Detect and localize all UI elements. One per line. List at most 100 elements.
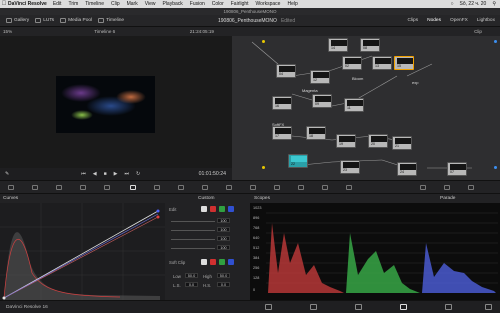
blur-icon[interactable]: [274, 185, 280, 190]
node[interactable]: 21: [392, 136, 412, 150]
node[interactable]: 04: [276, 64, 296, 78]
menu-clip[interactable]: Clip: [111, 1, 120, 7]
sizing-icon[interactable]: [322, 185, 328, 190]
intensity-b[interactable]: 100: [217, 245, 230, 250]
curves-icon[interactable]: [130, 185, 136, 190]
node[interactable]: 17: [272, 126, 292, 140]
info-icon[interactable]: [420, 185, 426, 190]
menu-workspace[interactable]: Workspace: [256, 1, 281, 7]
menu-trim[interactable]: Trim: [68, 1, 78, 7]
menu-color[interactable]: Color: [212, 1, 224, 7]
menu-view[interactable]: View: [145, 1, 156, 7]
fairlight-page-icon[interactable]: [445, 304, 452, 310]
gallery-button[interactable]: Gallery: [6, 18, 29, 23]
openfx-button[interactable]: OpenFX: [450, 18, 468, 23]
node-output-dot[interactable]: [494, 166, 497, 169]
intensity-slider-r[interactable]: [171, 230, 215, 231]
curve-link-white[interactable]: [201, 206, 207, 212]
node[interactable]: 07: [447, 162, 467, 176]
skip-end-icon[interactable]: ⏭: [124, 171, 129, 177]
search-icon[interactable]: ⚲: [492, 1, 496, 7]
nodes-button[interactable]: Nodes: [427, 18, 441, 23]
node-selected[interactable]: 15: [394, 56, 414, 70]
play-icon[interactable]: ▶: [114, 171, 118, 177]
window-icon[interactable]: [202, 185, 208, 190]
scope-mode-select[interactable]: Parade: [440, 196, 455, 201]
high-field[interactable]: 50.0: [217, 273, 230, 278]
node-input-dot[interactable]: [262, 40, 265, 43]
color-match-icon[interactable]: [32, 185, 38, 190]
menu-app-name[interactable]: DaVinci Resolve: [8, 1, 47, 7]
ls-field[interactable]: 0.0: [185, 282, 198, 287]
magic-mask-icon[interactable]: [250, 185, 256, 190]
reverse-icon[interactable]: ◀: [93, 171, 97, 177]
menu-help[interactable]: Help: [287, 1, 297, 7]
curves-graph[interactable]: [0, 203, 165, 300]
node[interactable]: 22: [288, 154, 308, 168]
curves-mode-select[interactable]: Custom: [198, 196, 215, 201]
fusion-page-icon[interactable]: [355, 304, 362, 310]
menu-timeline[interactable]: Timeline: [85, 1, 104, 7]
timeline-name-select[interactable]: Timeline 6: [94, 29, 115, 34]
softclip-red[interactable]: [210, 259, 216, 265]
menu-clock[interactable]: Sô, 22 ч. 20: [460, 1, 487, 7]
menu-fusion[interactable]: Fusion: [190, 1, 205, 7]
curve-blue-button[interactable]: [228, 206, 234, 212]
apple-logo-icon[interactable]: : [0, 1, 8, 7]
skip-start-icon[interactable]: ⏮: [81, 171, 86, 177]
low-field[interactable]: 50.0: [185, 273, 198, 278]
node[interactable]: 02: [342, 56, 362, 70]
key-icon[interactable]: [298, 185, 304, 190]
pen-icon[interactable]: ✎: [5, 171, 9, 177]
media-pool-button[interactable]: Media Pool: [60, 18, 92, 23]
stop-icon[interactable]: ■: [104, 171, 107, 177]
wifi-icon[interactable]: ○: [451, 1, 454, 7]
menu-mark[interactable]: Mark: [127, 1, 138, 7]
node[interactable]: 12: [310, 70, 330, 84]
node-editor[interactable]: 14 08 04 12 02 13 15 16 09 11 17 18 19 2…: [232, 36, 500, 180]
node[interactable]: 24: [397, 162, 417, 176]
rgb-mixer-icon[interactable]: [80, 185, 86, 190]
intensity-slider-y[interactable]: [171, 221, 215, 222]
clips-button[interactable]: Clips: [407, 18, 418, 23]
3d-icon[interactable]: [346, 185, 352, 190]
node-mode-select[interactable]: Clip: [474, 29, 482, 34]
node[interactable]: 20: [368, 134, 388, 148]
luts-button[interactable]: LUTs: [35, 18, 54, 23]
lightbox-button[interactable]: Lightbox: [477, 18, 495, 23]
node[interactable]: 18: [306, 126, 326, 140]
tracker-icon[interactable]: [226, 185, 232, 190]
node[interactable]: 19: [336, 134, 356, 148]
node[interactable]: 11: [344, 98, 364, 112]
hs-field[interactable]: 0.0: [217, 282, 230, 287]
softclip-green[interactable]: [219, 259, 225, 265]
node-output-dot[interactable]: [494, 40, 497, 43]
node[interactable]: 14: [328, 38, 348, 52]
zoom-select[interactable]: 15%: [3, 29, 12, 34]
node[interactable]: 23: [340, 160, 360, 174]
intensity-y[interactable]: 100: [217, 218, 230, 223]
node[interactable]: 09: [312, 94, 332, 108]
motion-effects-icon[interactable]: [104, 185, 110, 190]
node[interactable]: 13: [372, 56, 392, 70]
color-warper-icon[interactable]: [154, 185, 160, 190]
keyframes-icon[interactable]: [444, 185, 450, 190]
softclip-white[interactable]: [201, 259, 207, 265]
loop-icon[interactable]: ↻: [136, 171, 140, 177]
menu-fairlight[interactable]: Fairlight: [231, 1, 249, 7]
intensity-g[interactable]: 100: [217, 236, 230, 241]
qualifier-icon[interactable]: [178, 185, 184, 190]
menu-playback[interactable]: Playback: [162, 1, 182, 7]
node-input-dot[interactable]: [262, 166, 265, 169]
viewer[interactable]: [0, 36, 232, 168]
menu-edit[interactable]: Edit: [53, 1, 62, 7]
node[interactable]: 16: [272, 96, 292, 110]
edit-page-icon[interactable]: [310, 304, 317, 310]
color-wheels-icon[interactable]: [56, 185, 62, 190]
curve-green-button[interactable]: [219, 206, 225, 212]
intensity-slider-b[interactable]: [171, 248, 215, 249]
intensity-slider-g[interactable]: [171, 239, 215, 240]
media-page-icon[interactable]: [265, 304, 272, 310]
curve-red-button[interactable]: [210, 206, 216, 212]
softclip-blue[interactable]: [228, 259, 234, 265]
